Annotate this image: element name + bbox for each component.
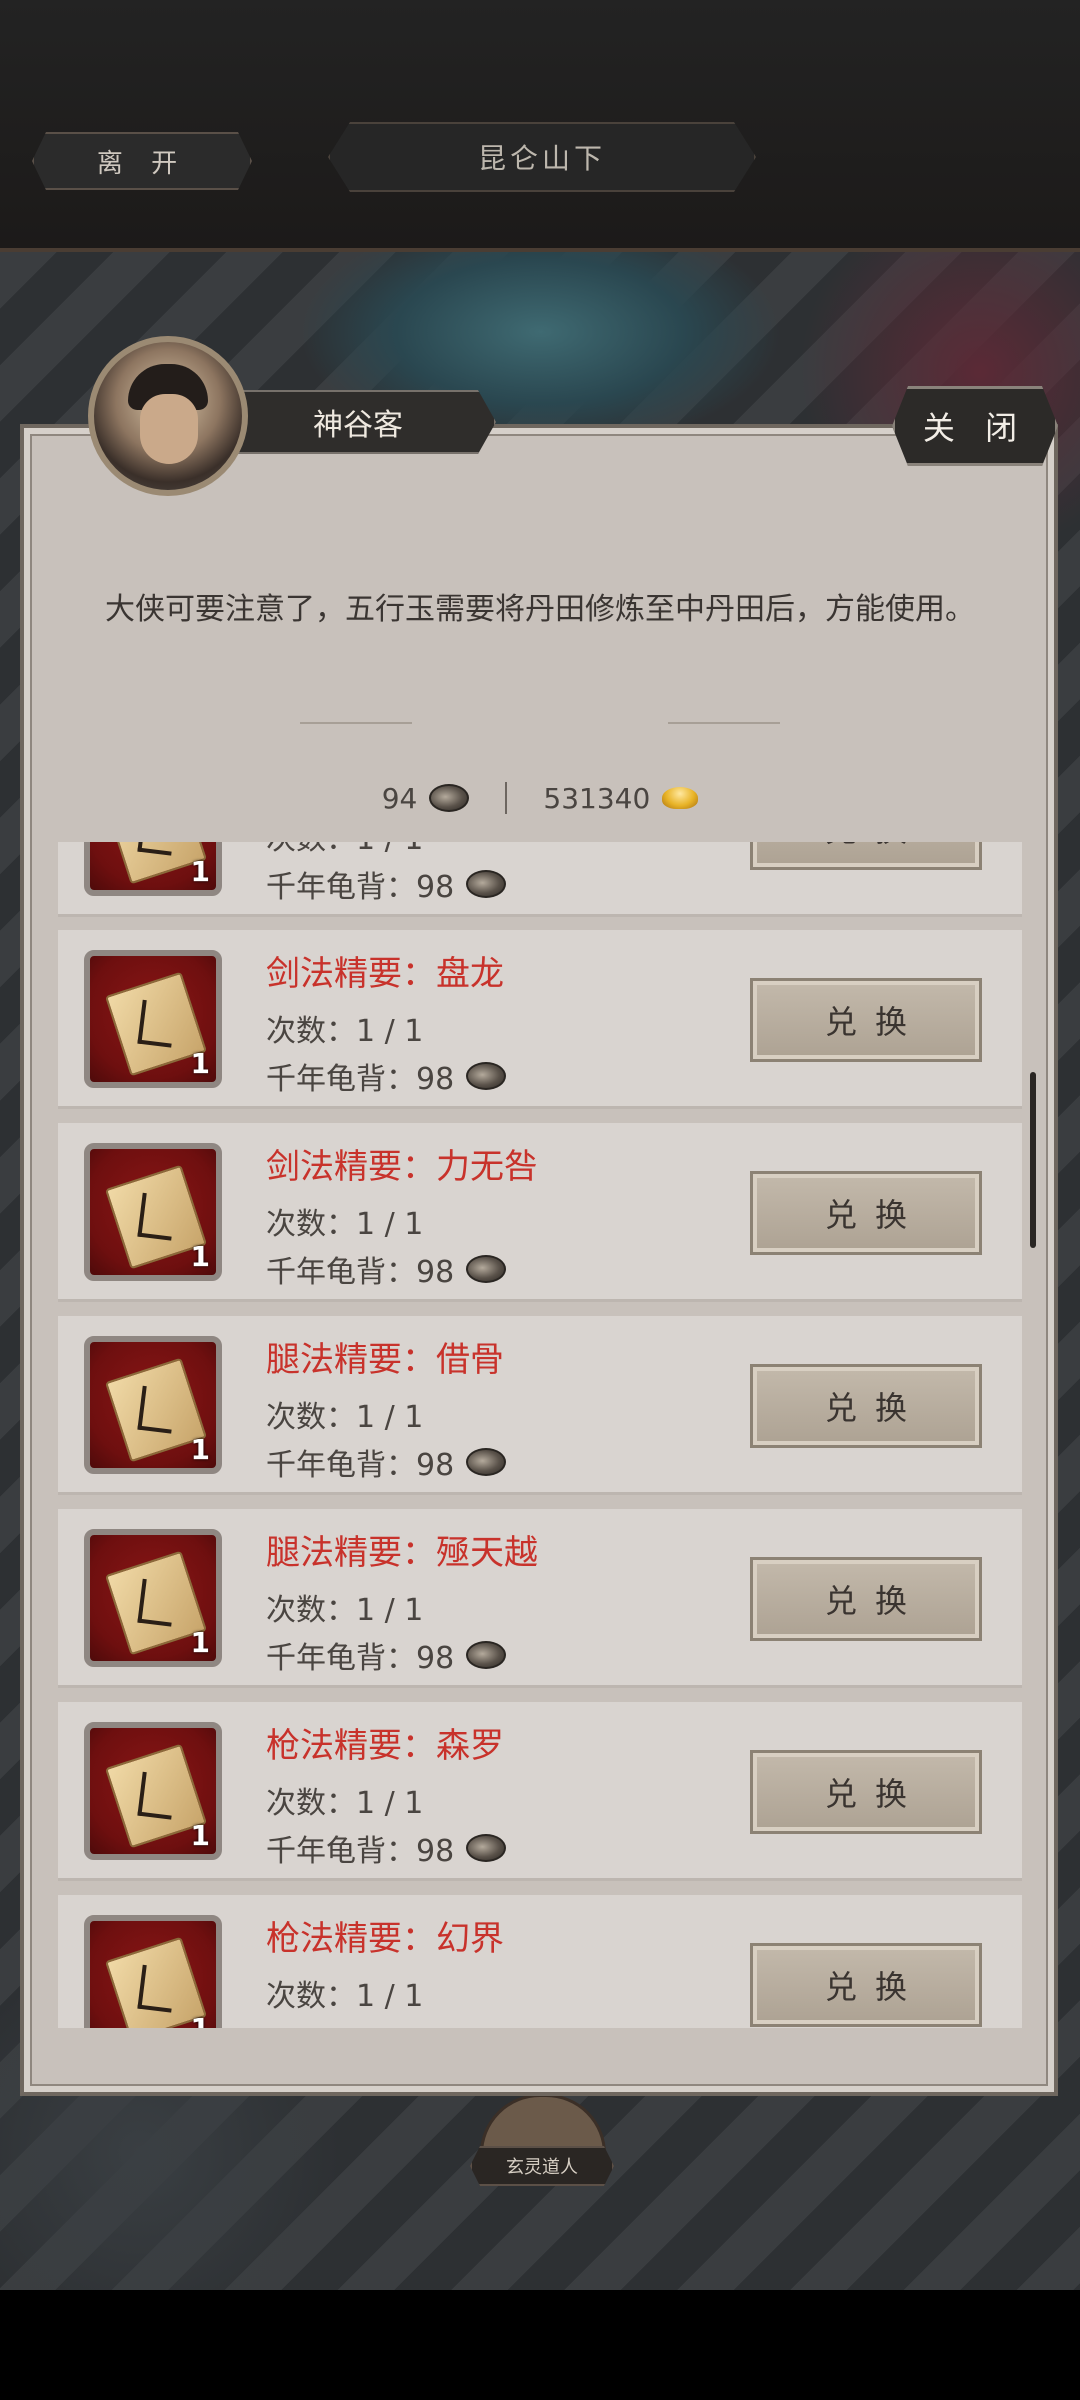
item-cost: 千年龟背：98 xyxy=(266,1440,507,1484)
turtle-amount: 94 xyxy=(381,781,418,815)
list-item: 1 腿法精要：殛天越 次数：1 / 1 千年龟背：98 兑换 xyxy=(58,1509,1022,1685)
item-cost: 千年龟背：98 xyxy=(266,1247,507,1291)
exchange-button[interactable]: 兑换 xyxy=(750,1943,982,2027)
turtle-shell-icon xyxy=(466,1062,507,1090)
item-icon[interactable]: 1 xyxy=(84,1529,222,1667)
item-quantity: 1 xyxy=(191,2012,210,2028)
item-name: 剑法精要：力无咎 xyxy=(266,1147,538,1187)
avatar-face xyxy=(140,394,198,464)
turtle-shell-icon xyxy=(466,1834,507,1862)
exchange-button[interactable]: 兑换 xyxy=(750,978,982,1062)
background-npc-label[interactable]: 玄灵道人 xyxy=(470,2146,614,2186)
item-name: 枪法精要：幻界 xyxy=(266,1919,504,1959)
leave-button[interactable]: 离 开 xyxy=(32,132,252,190)
item-quantity: 1 xyxy=(190,1626,210,1659)
item-icon[interactable]: 1 xyxy=(84,842,222,896)
turtle-shell-icon xyxy=(466,1448,507,1476)
item-count: 次数：1 / 1 xyxy=(266,1014,424,1049)
list-item: 1 剑法精要：盘龙 次数：1 / 1 千年龟背：98 兑换 xyxy=(58,930,1022,1106)
divider-right xyxy=(668,722,780,724)
item-icon[interactable]: 1 xyxy=(84,1143,222,1281)
exchange-button[interactable]: 兑换 xyxy=(750,1364,982,1448)
list-item: 1 枪法精要：幻界 次数：1 / 1 兑换 xyxy=(58,1895,1022,2028)
item-quantity: 1 xyxy=(190,1819,210,1852)
close-button[interactable]: 关 闭 xyxy=(892,386,1058,466)
list-item: 1 枪法精要：森罗 次数：1 / 1 千年龟背：98 兑换 xyxy=(58,1702,1022,1878)
turtle-shell-icon xyxy=(429,784,470,812)
item-quantity: 1 xyxy=(190,1047,210,1080)
list-item: 1 次数：1 / 1 千年龟背：98 兑换 xyxy=(58,842,1022,914)
list-item: 1 剑法精要：力无咎 次数：1 / 1 千年龟背：98 兑换 xyxy=(58,1123,1022,1299)
item-icon[interactable]: 1 xyxy=(84,950,222,1088)
item-cost-text: 千年龟背：98 xyxy=(266,1255,455,1290)
currency-bar: 94 531340 xyxy=(0,776,1080,820)
exchange-button[interactable]: 兑换 xyxy=(750,1557,982,1641)
gold-amount: 531340 xyxy=(543,781,651,815)
item-count: 次数：1 / 1 xyxy=(266,1979,424,2014)
item-cost-text: 千年龟背：98 xyxy=(266,870,455,905)
item-quantity: 1 xyxy=(190,1240,210,1273)
item-quantity: 1 xyxy=(190,1433,210,1466)
item-name: 剑法精要：盘龙 xyxy=(266,954,504,994)
location-title: 昆仑山下 xyxy=(328,122,756,192)
item-icon[interactable]: 1 xyxy=(84,1336,222,1474)
exchange-list[interactable]: 1 次数：1 / 1 千年龟背：98 兑换 1 剑法精要：盘龙 次数：1 / 1… xyxy=(42,842,1038,2028)
list-item: 1 腿法精要：借骨 次数：1 / 1 千年龟背：98 兑换 xyxy=(58,1316,1022,1492)
exchange-button[interactable]: 兑换 xyxy=(750,1171,982,1255)
item-name: 腿法精要：借骨 xyxy=(266,1340,504,1380)
item-cost-text: 千年龟背：98 xyxy=(266,1834,455,1869)
turtle-shell-icon xyxy=(466,870,507,898)
item-name: 枪法精要：森罗 xyxy=(266,1726,504,1766)
exchange-button[interactable]: 兑换 xyxy=(750,842,982,870)
top-bar: 离 开 昆仑山下 xyxy=(0,0,1080,252)
list-scrollbar[interactable] xyxy=(1030,1072,1036,1248)
gold-ingot-icon xyxy=(662,787,699,809)
currency-separator xyxy=(505,782,508,814)
item-count: 次数：1 / 1 xyxy=(266,1400,424,1435)
npc-avatar xyxy=(88,336,248,496)
item-count: 次数：1 / 1 xyxy=(266,842,423,858)
bottom-bar xyxy=(0,2290,1080,2400)
item-cost: 千年龟背：98 xyxy=(266,862,507,906)
exchange-button[interactable]: 兑换 xyxy=(750,1750,982,1834)
item-cost: 千年龟背：98 xyxy=(266,1054,507,1098)
item-count: 次数：1 / 1 xyxy=(266,1593,424,1628)
item-cost-text: 千年龟背：98 xyxy=(266,1448,455,1483)
item-icon[interactable]: 1 xyxy=(84,1915,222,2028)
item-cost-text: 千年龟背：98 xyxy=(266,1062,455,1097)
item-cost: 千年龟背：98 xyxy=(266,1633,507,1677)
dialog-message: 大侠可要注意了，五行玉需要将丹田修炼至中丹田后，方能使用。 xyxy=(105,592,975,627)
item-quantity: 1 xyxy=(190,855,210,888)
item-cost-text: 千年龟背：98 xyxy=(266,1641,455,1676)
item-count: 次数：1 / 1 xyxy=(266,1786,424,1821)
npc-name: 神谷客 xyxy=(220,390,496,454)
item-name: 腿法精要：殛天越 xyxy=(266,1533,538,1573)
item-count: 次数：1 / 1 xyxy=(266,1207,424,1242)
item-cost: 千年龟背：98 xyxy=(266,1826,507,1870)
divider-left xyxy=(300,722,412,724)
turtle-shell-icon xyxy=(466,1255,507,1283)
item-icon[interactable]: 1 xyxy=(84,1722,222,1860)
turtle-shell-icon xyxy=(466,1641,507,1669)
